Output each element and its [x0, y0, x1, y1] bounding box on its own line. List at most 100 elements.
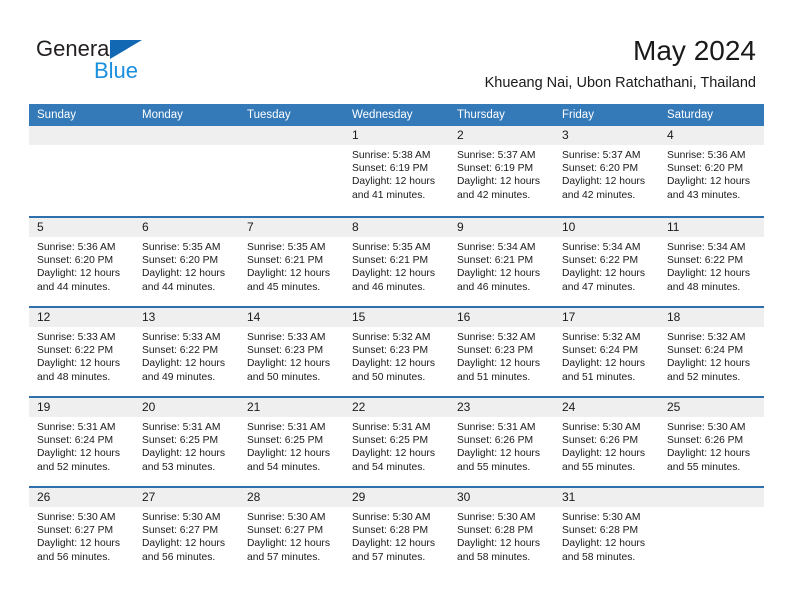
daylight-text-1: Daylight: 12 hours [247, 358, 330, 370]
general-blue-logo[interactable]: General Blue [36, 36, 236, 90]
sunset-text: Sunset: 6:21 PM [247, 255, 324, 267]
daylight-text-1: Daylight: 12 hours [457, 538, 540, 550]
day-number-band: 29 [344, 488, 449, 507]
day-number-band [659, 488, 764, 507]
day-number: 19 [37, 400, 51, 414]
daylight-text-2: and 50 minutes. [247, 371, 321, 383]
sunset-text: Sunset: 6:24 PM [562, 345, 639, 357]
calendar-week-row: 1 Sunrise: 5:38 AM Sunset: 6:19 PM Daylight… [29, 126, 764, 216]
daylight-text-1: Daylight: 12 hours [667, 448, 750, 460]
day-cell-28[interactable]: 28 Sunrise: 5:30 AM Sunset: 6:27 PM Dayligh… [239, 488, 344, 576]
sunrise-text: Sunrise: 5:37 AM [457, 150, 536, 161]
sunrise-text: Sunrise: 5:31 AM [457, 422, 536, 433]
day-cell-22[interactable]: 22 Sunrise: 5:31 AM Sunset: 6:25 PM Dayligh… [344, 398, 449, 486]
day-number-band: 5 [29, 218, 134, 237]
daylight-text-1: Daylight: 12 hours [457, 358, 540, 370]
day-number-band: 7 [239, 218, 344, 237]
day-cell-31[interactable]: 31 Sunrise: 5:30 AM Sunset: 6:28 PM Dayligh… [554, 488, 659, 576]
sunrise-text: Sunrise: 5:33 AM [37, 332, 116, 343]
sunset-text: Sunset: 6:22 PM [37, 345, 114, 357]
day-number: 28 [247, 490, 261, 504]
day-cell-5[interactable]: 5 Sunrise: 5:36 AM Sunset: 6:20 PM Daylight… [29, 218, 134, 306]
daylight-text-1: Daylight: 12 hours [562, 538, 645, 550]
day-number-band: 18 [659, 308, 764, 327]
day-cell-20[interactable]: 20 Sunrise: 5:31 AM Sunset: 6:25 PM Dayligh… [134, 398, 239, 486]
sunset-text: Sunset: 6:19 PM [352, 163, 429, 175]
daylight-text-2: and 57 minutes. [247, 551, 321, 563]
sunrise-text: Sunrise: 5:35 AM [247, 242, 326, 253]
day-cell-15[interactable]: 15 Sunrise: 5:32 AM Sunset: 6:23 PM Dayligh… [344, 308, 449, 396]
day-cell-30[interactable]: 30 Sunrise: 5:30 AM Sunset: 6:28 PM Dayligh… [449, 488, 554, 576]
day-cell-details: Sunrise: 5:30 AM Sunset: 6:28 PM Daylight:… [554, 507, 659, 564]
day-number-band: 23 [449, 398, 554, 417]
day-cell-19[interactable]: 19 Sunrise: 5:31 AM Sunset: 6:24 PM Dayligh… [29, 398, 134, 486]
sunrise-text: Sunrise: 5:36 AM [667, 150, 746, 161]
day-number-band: 21 [239, 398, 344, 417]
day-cell-details: Sunrise: 5:30 AM Sunset: 6:28 PM Daylight:… [344, 507, 449, 564]
sunset-text: Sunset: 6:26 PM [562, 435, 639, 447]
day-cell-13[interactable]: 13 Sunrise: 5:33 AM Sunset: 6:22 PM Dayligh… [134, 308, 239, 396]
day-cell-29[interactable]: 29 Sunrise: 5:30 AM Sunset: 6:28 PM Dayligh… [344, 488, 449, 576]
sunrise-text: Sunrise: 5:32 AM [352, 332, 431, 343]
sunrise-text: Sunrise: 5:35 AM [142, 242, 221, 253]
day-number-band: 28 [239, 488, 344, 507]
sunrise-text: Sunrise: 5:34 AM [457, 242, 536, 253]
day-cell-21[interactable]: 21 Sunrise: 5:31 AM Sunset: 6:25 PM Dayligh… [239, 398, 344, 486]
day-cell-12[interactable]: 12 Sunrise: 5:33 AM Sunset: 6:22 PM Dayligh… [29, 308, 134, 396]
day-cell-7[interactable]: 7 Sunrise: 5:35 AM Sunset: 6:21 PM Daylight… [239, 218, 344, 306]
sunrise-text: Sunrise: 5:33 AM [247, 332, 326, 343]
day-cell-26[interactable]: 26 Sunrise: 5:30 AM Sunset: 6:27 PM Dayligh… [29, 488, 134, 576]
day-cell-4[interactable]: 4 Sunrise: 5:36 AM Sunset: 6:20 PM Daylight… [659, 126, 764, 216]
sunset-text: Sunset: 6:28 PM [562, 525, 639, 537]
day-cell-8[interactable]: 8 Sunrise: 5:35 AM Sunset: 6:21 PM Daylight… [344, 218, 449, 306]
logo-triangle-icon [110, 40, 142, 59]
day-cell-6[interactable]: 6 Sunrise: 5:35 AM Sunset: 6:20 PM Daylight… [134, 218, 239, 306]
day-number-band: 12 [29, 308, 134, 327]
day-cell-27[interactable]: 27 Sunrise: 5:30 AM Sunset: 6:27 PM Dayligh… [134, 488, 239, 576]
sunrise-text: Sunrise: 5:31 AM [352, 422, 431, 433]
daylight-text-2: and 46 minutes. [352, 281, 426, 293]
daylight-text-2: and 42 minutes. [457, 189, 531, 201]
daylight-text-2: and 50 minutes. [352, 371, 426, 383]
day-cell-1[interactable]: 1 Sunrise: 5:38 AM Sunset: 6:19 PM Daylight… [344, 126, 449, 216]
daylight-text-1: Daylight: 12 hours [457, 268, 540, 280]
day-number: 10 [562, 220, 576, 234]
day-number: 14 [247, 310, 261, 324]
day-cell-23[interactable]: 23 Sunrise: 5:31 AM Sunset: 6:26 PM Dayligh… [449, 398, 554, 486]
day-cell-details: Sunrise: 5:31 AM Sunset: 6:25 PM Daylight:… [344, 417, 449, 474]
sunrise-text: Sunrise: 5:33 AM [142, 332, 221, 343]
day-cell-9[interactable]: 9 Sunrise: 5:34 AM Sunset: 6:21 PM Daylight… [449, 218, 554, 306]
daylight-text-2: and 51 minutes. [562, 371, 636, 383]
day-cell-details: Sunrise: 5:33 AM Sunset: 6:22 PM Daylight:… [134, 327, 239, 384]
day-cell-16[interactable]: 16 Sunrise: 5:32 AM Sunset: 6:23 PM Dayligh… [449, 308, 554, 396]
day-cell-2[interactable]: 2 Sunrise: 5:37 AM Sunset: 6:19 PM Daylight… [449, 126, 554, 216]
sunset-text: Sunset: 6:23 PM [457, 345, 534, 357]
weekday-header-saturday: Saturday [667, 109, 714, 121]
sunrise-text: Sunrise: 5:30 AM [37, 512, 116, 523]
daylight-text-1: Daylight: 12 hours [142, 358, 225, 370]
day-cell-3[interactable]: 3 Sunrise: 5:37 AM Sunset: 6:20 PM Daylight… [554, 126, 659, 216]
daylight-text-2: and 54 minutes. [247, 461, 321, 473]
day-cell-24[interactable]: 24 Sunrise: 5:30 AM Sunset: 6:26 PM Dayligh… [554, 398, 659, 486]
daylight-text-2: and 55 minutes. [457, 461, 531, 473]
day-cell-18[interactable]: 18 Sunrise: 5:32 AM Sunset: 6:24 PM Dayligh… [659, 308, 764, 396]
day-number: 17 [562, 310, 576, 324]
day-number: 7 [247, 220, 254, 234]
calendar-weeks: 1 Sunrise: 5:38 AM Sunset: 6:19 PM Daylight… [29, 126, 764, 576]
calendar-page: General Blue May 2024 Khueang Nai, Ubon … [0, 0, 792, 612]
day-cell-14[interactable]: 14 Sunrise: 5:33 AM Sunset: 6:23 PM Dayligh… [239, 308, 344, 396]
day-cell-25[interactable]: 25 Sunrise: 5:30 AM Sunset: 6:26 PM Dayligh… [659, 398, 764, 486]
daylight-text-1: Daylight: 12 hours [667, 358, 750, 370]
day-number-band [239, 126, 344, 145]
day-number-band: 16 [449, 308, 554, 327]
day-number: 3 [562, 128, 569, 142]
daylight-text-2: and 53 minutes. [142, 461, 216, 473]
day-cell-11[interactable]: 11 Sunrise: 5:34 AM Sunset: 6:22 PM Dayligh… [659, 218, 764, 306]
weekday-header-friday: Friday [562, 109, 594, 121]
day-cell-details: Sunrise: 5:34 AM Sunset: 6:22 PM Daylight:… [659, 237, 764, 294]
day-cell-17[interactable]: 17 Sunrise: 5:32 AM Sunset: 6:24 PM Dayligh… [554, 308, 659, 396]
day-number: 24 [562, 400, 576, 414]
day-number-band: 25 [659, 398, 764, 417]
day-cell-10[interactable]: 10 Sunrise: 5:34 AM Sunset: 6:22 PM Dayligh… [554, 218, 659, 306]
day-cell-details: Sunrise: 5:34 AM Sunset: 6:21 PM Daylight:… [449, 237, 554, 294]
